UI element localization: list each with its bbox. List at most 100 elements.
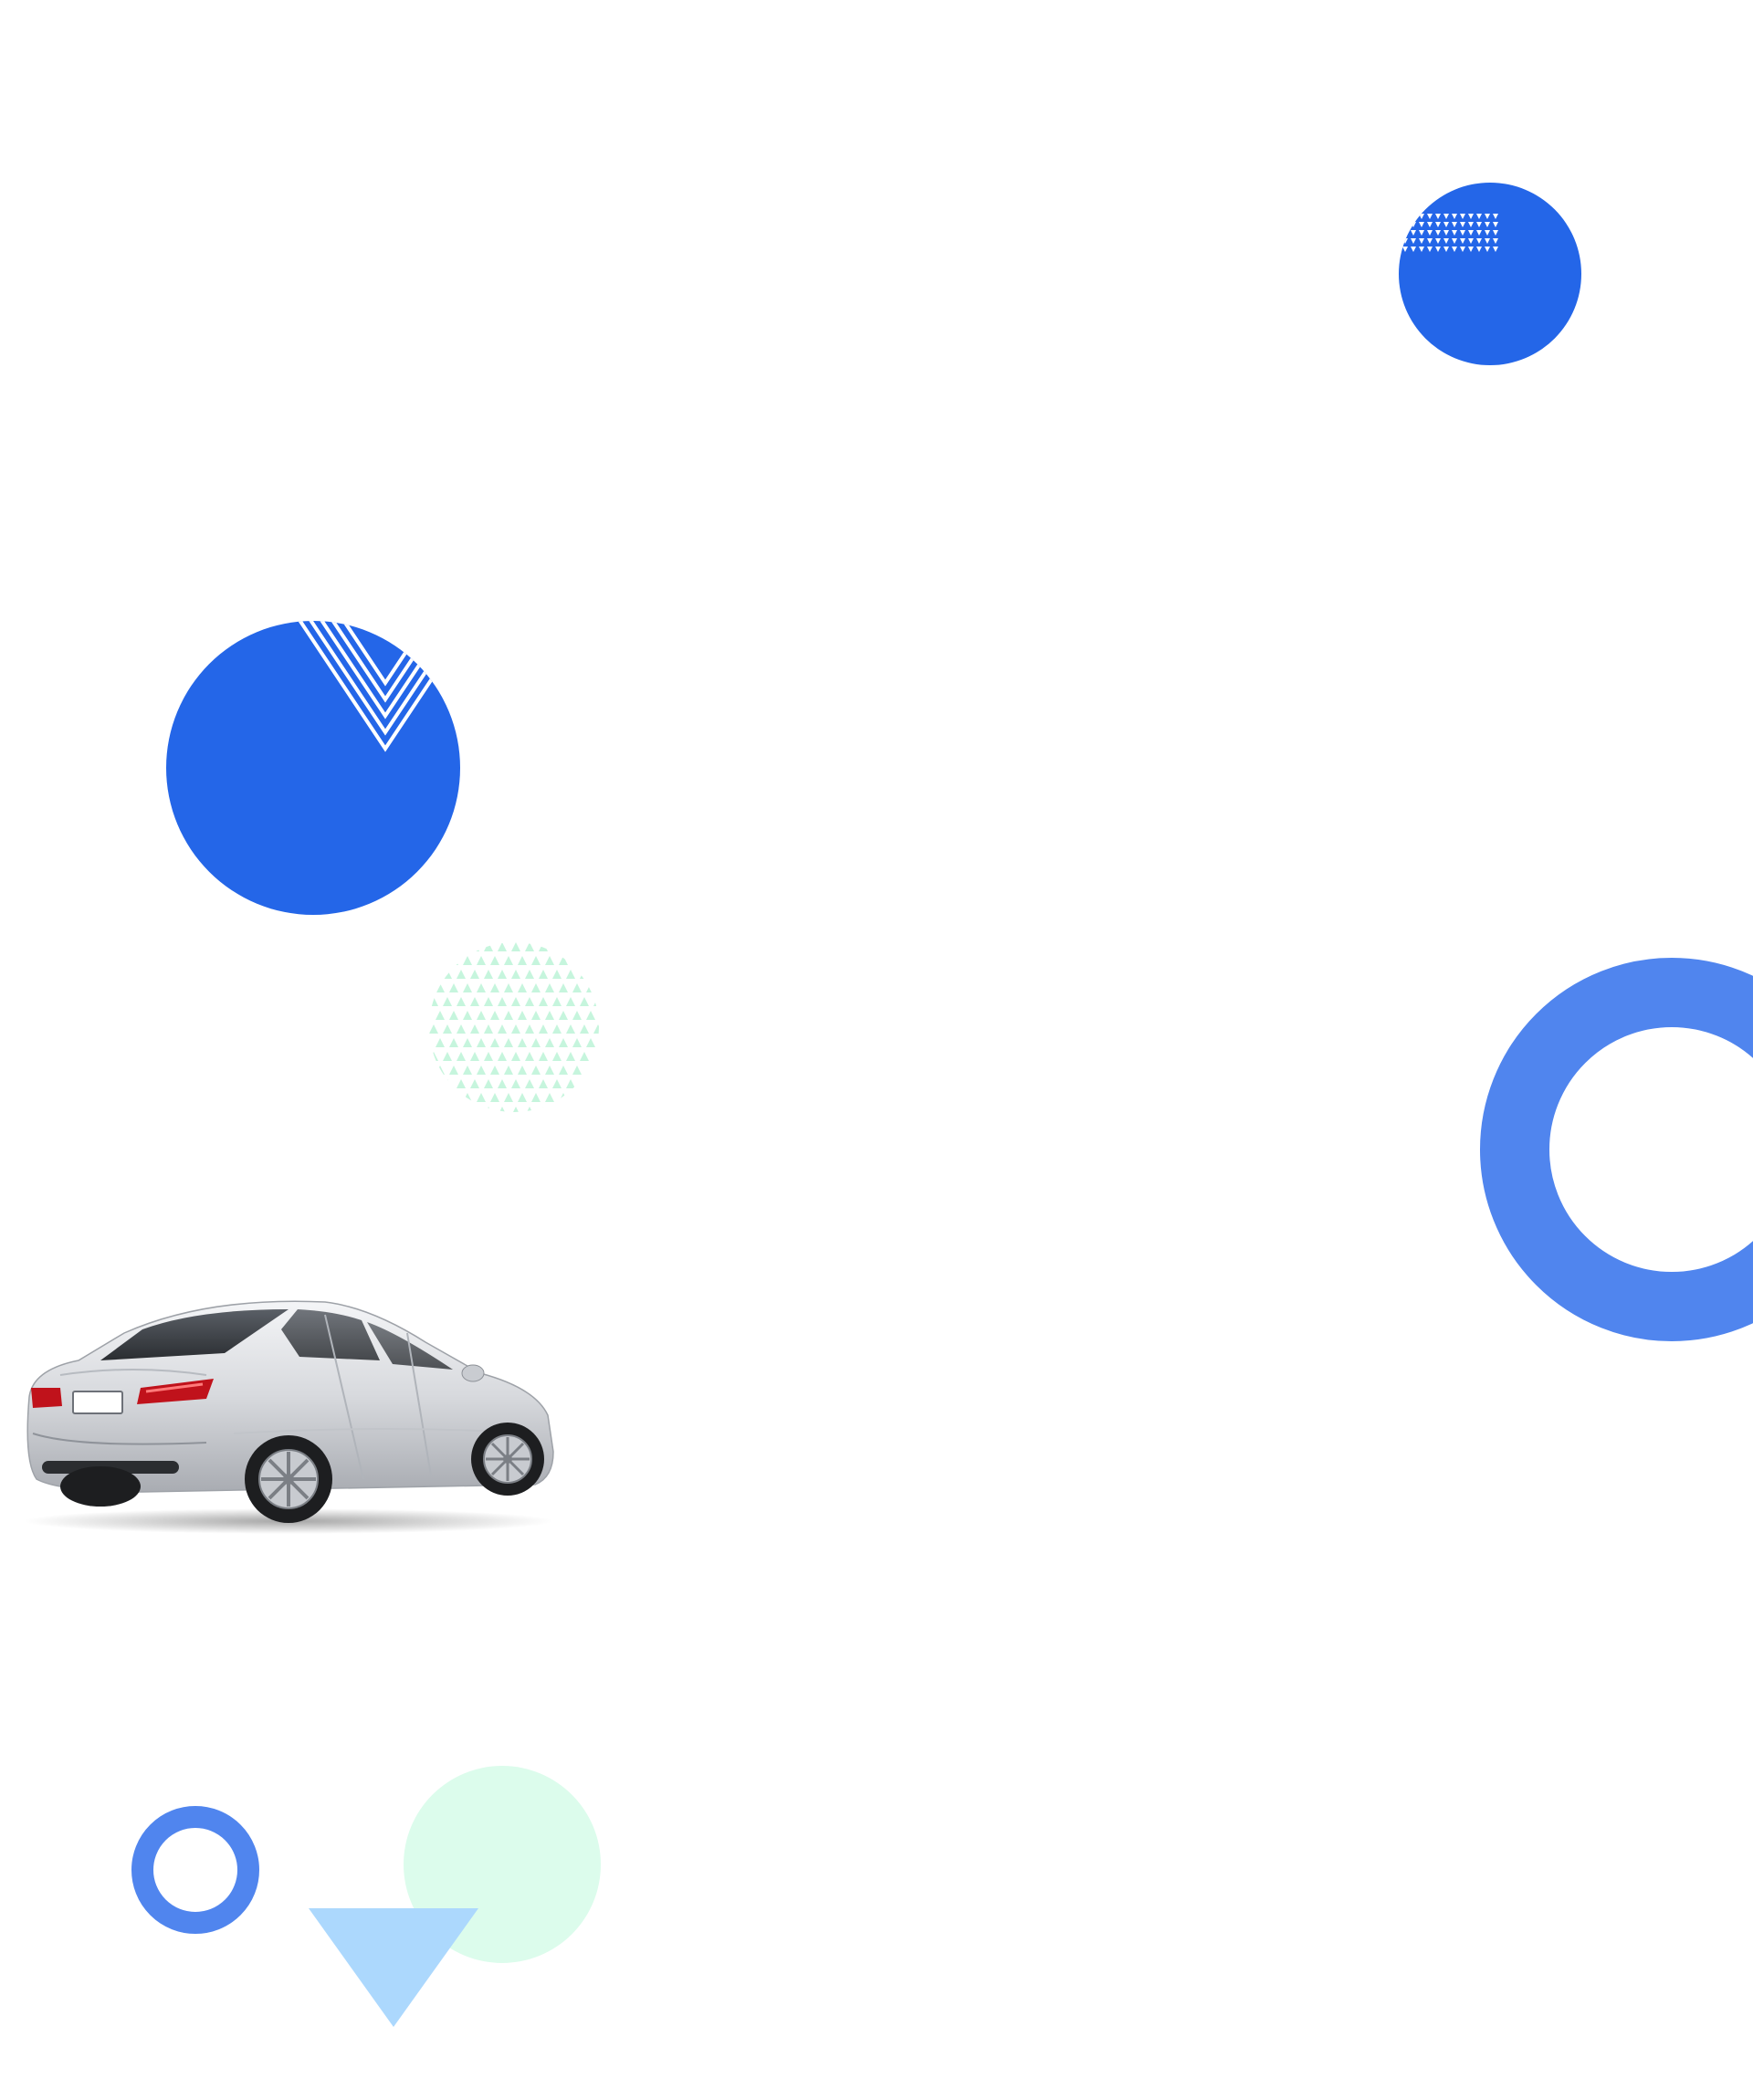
pattern-triangle bbox=[600, 1011, 609, 1020]
pattern-triangle bbox=[566, 1079, 575, 1088]
pattern-triangle bbox=[511, 997, 520, 1006]
pattern-triangle bbox=[545, 956, 554, 965]
pattern-triangle bbox=[463, 956, 472, 965]
pattern-triangle bbox=[490, 1093, 499, 1102]
pattern-triangle bbox=[449, 1093, 458, 1102]
pattern-triangle bbox=[572, 1093, 582, 1102]
pattern-triangle bbox=[511, 1107, 520, 1112]
pattern-triangle bbox=[484, 1079, 493, 1088]
pattern-triangle bbox=[586, 1011, 595, 1020]
pattern-triangle bbox=[525, 1107, 534, 1112]
pattern-triangle bbox=[580, 1052, 589, 1061]
pattern-triangle bbox=[504, 1011, 513, 1020]
large-blue-ring bbox=[1480, 958, 1753, 1341]
pattern-triangle bbox=[457, 1079, 466, 1088]
light-blue-triangle bbox=[309, 1908, 478, 2027]
pattern-triangle bbox=[498, 1024, 507, 1034]
pattern-triangle bbox=[552, 1079, 562, 1088]
pattern-triangle bbox=[531, 1093, 541, 1102]
pattern-triangle bbox=[443, 1052, 452, 1061]
pattern-triangle bbox=[518, 1011, 527, 1020]
pattern-triangle bbox=[566, 1024, 575, 1034]
pattern-triangle bbox=[518, 1093, 527, 1102]
mint-triangle-pattern-circle bbox=[429, 942, 599, 1112]
pattern-triangle bbox=[498, 997, 507, 1006]
pattern-triangle bbox=[552, 942, 562, 951]
pattern-triangle bbox=[518, 1038, 527, 1047]
pattern-triangle bbox=[586, 1038, 595, 1047]
pattern-triangle bbox=[559, 1038, 568, 1047]
pattern-triangle bbox=[600, 956, 609, 965]
pattern-triangle bbox=[477, 1038, 486, 1047]
pattern-triangle bbox=[449, 1038, 458, 1047]
pattern-triangle bbox=[490, 1011, 499, 1020]
pattern-triangle bbox=[539, 970, 548, 979]
pattern-triangle bbox=[457, 970, 466, 979]
pattern-triangle bbox=[457, 942, 466, 951]
pattern-triangle bbox=[580, 970, 589, 979]
pattern-triangle bbox=[449, 1011, 458, 1020]
pattern-triangle bbox=[566, 1052, 575, 1061]
pattern-triangle bbox=[525, 1052, 534, 1061]
pattern-triangle bbox=[436, 1038, 445, 1047]
pattern-triangle bbox=[518, 1066, 527, 1075]
pattern-triangle bbox=[457, 1107, 466, 1112]
pattern-triangle bbox=[470, 1024, 479, 1034]
pattern-triangle bbox=[1402, 230, 1408, 236]
pattern-triangle bbox=[525, 997, 534, 1006]
pattern-triangle bbox=[539, 1052, 548, 1061]
pattern-triangle bbox=[511, 970, 520, 979]
pattern-triangle bbox=[463, 1011, 472, 1020]
pattern-triangle bbox=[600, 1093, 609, 1102]
pattern-triangle bbox=[518, 983, 527, 992]
pattern-triangle bbox=[593, 970, 599, 979]
pattern-triangle bbox=[586, 1066, 595, 1075]
pattern-triangle bbox=[531, 1066, 541, 1075]
pattern-triangle bbox=[511, 942, 520, 951]
pattern-triangle bbox=[443, 970, 452, 979]
pattern-triangle bbox=[490, 1066, 499, 1075]
pattern-triangle bbox=[593, 1079, 599, 1088]
pattern-triangle bbox=[490, 956, 499, 965]
pattern-triangle bbox=[593, 997, 599, 1006]
pattern-triangle bbox=[504, 1038, 513, 1047]
pattern-triangle bbox=[545, 1038, 554, 1047]
pattern-triangle bbox=[484, 997, 493, 1006]
pattern-triangle bbox=[511, 1079, 520, 1088]
pattern-triangle bbox=[545, 1011, 554, 1020]
pattern-triangle bbox=[593, 1024, 599, 1034]
pattern-triangle bbox=[470, 942, 479, 951]
pattern-triangle bbox=[580, 997, 589, 1006]
pattern-triangle bbox=[436, 1066, 445, 1075]
pattern-triangle bbox=[436, 1093, 445, 1102]
pattern-triangle bbox=[1402, 222, 1408, 227]
pattern-triangle bbox=[531, 1011, 541, 1020]
pattern-triangle bbox=[531, 983, 541, 992]
pattern-triangle bbox=[457, 997, 466, 1006]
pattern-triangle bbox=[572, 1066, 582, 1075]
pattern-triangle bbox=[552, 1107, 562, 1112]
blue-circle-with-chevron-stripes bbox=[166, 621, 460, 915]
pattern-triangle bbox=[572, 1038, 582, 1047]
pattern-triangle bbox=[429, 970, 438, 979]
pattern-triangle bbox=[498, 970, 507, 979]
pattern-triangle bbox=[490, 1038, 499, 1047]
pattern-triangle bbox=[531, 956, 541, 965]
pattern-triangle bbox=[490, 983, 499, 992]
small-blue-ring bbox=[131, 1806, 259, 1934]
pattern-triangle bbox=[566, 942, 575, 951]
pattern-triangle bbox=[443, 1107, 452, 1112]
pattern-triangle bbox=[518, 956, 527, 965]
pattern-triangle bbox=[572, 983, 582, 992]
pattern-triangle bbox=[559, 983, 568, 992]
pattern-triangle bbox=[504, 1066, 513, 1075]
pattern-triangle bbox=[429, 997, 438, 1006]
pattern-triangle bbox=[463, 1038, 472, 1047]
pattern-triangle bbox=[498, 1079, 507, 1088]
pattern-triangle bbox=[436, 956, 445, 965]
pattern-triangle bbox=[525, 970, 534, 979]
pattern-triangle bbox=[498, 1107, 507, 1112]
pattern-triangle bbox=[566, 1107, 575, 1112]
pattern-triangle bbox=[436, 1011, 445, 1020]
pattern-triangle bbox=[559, 956, 568, 965]
